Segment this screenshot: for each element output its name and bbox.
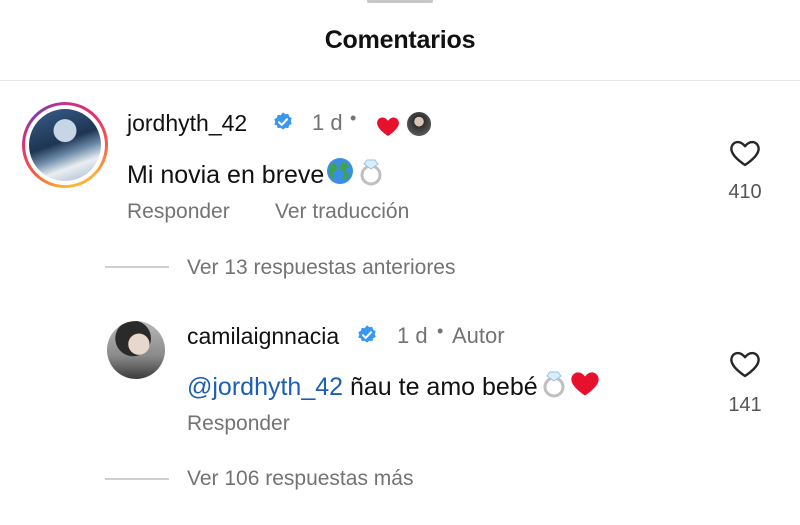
thread-line <box>105 478 169 480</box>
see-translation-button[interactable]: Ver traducción <box>275 200 409 224</box>
like-count: 141 <box>728 394 762 416</box>
heart-outline-icon[interactable] <box>729 138 761 168</box>
globe-emoji-icon <box>327 158 354 184</box>
meta-dot: • <box>437 321 444 341</box>
view-previous-replies-button[interactable]: Ver 13 respuestas anteriores <box>187 256 456 280</box>
sheet-drag-handle[interactable] <box>367 0 433 3</box>
meta-dot: • <box>350 108 357 128</box>
comment-username[interactable]: jordhyth_42 <box>127 110 247 137</box>
page-title: Comentarios <box>324 26 476 54</box>
ring-emoji-icon <box>360 159 382 186</box>
reply-button[interactable]: Responder <box>127 200 230 224</box>
author-badge: Autor <box>452 323 505 348</box>
verified-badge-icon <box>274 112 292 130</box>
mention-link[interactable]: @jordhyth_42 <box>187 373 343 401</box>
red-heart-icon <box>377 117 399 136</box>
like-count: 410 <box>728 181 762 203</box>
thread-line <box>105 266 169 268</box>
ring-emoji-icon <box>543 371 565 398</box>
red-heart-icon <box>570 372 599 396</box>
reply-time: 1 d <box>397 323 428 348</box>
heart-outline-icon[interactable] <box>729 349 761 379</box>
verified-badge-icon <box>358 325 376 343</box>
avatar[interactable] <box>22 102 108 188</box>
reply-button[interactable]: Responder <box>187 412 290 436</box>
creator-liked-avatar <box>405 110 433 138</box>
reply-username[interactable]: camilaignnacia <box>187 323 339 350</box>
reply-avatar[interactable] <box>107 321 165 379</box>
reply-body: @jordhyth_42 ñau te amo bebé <box>187 368 600 402</box>
comment-time: 1 d <box>312 110 343 135</box>
comment-body: Mi novia en breve <box>127 156 386 190</box>
view-more-replies-button[interactable]: Ver 106 respuestas más <box>187 467 413 491</box>
header-divider <box>0 80 800 81</box>
